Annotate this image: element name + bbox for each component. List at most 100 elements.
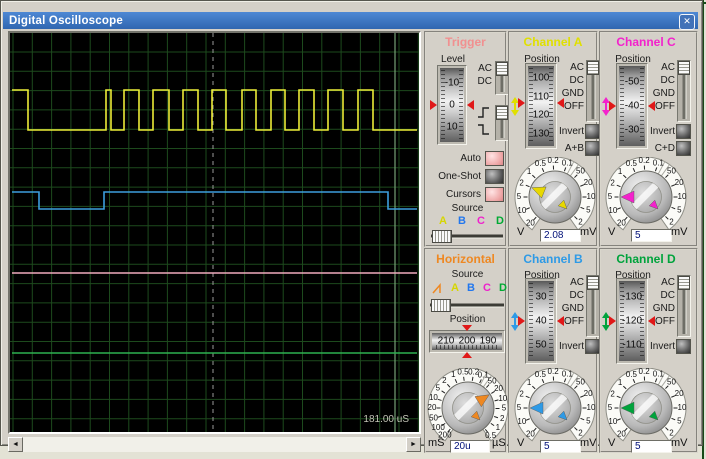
knob-scale-label: 10 — [678, 403, 687, 412]
gauge-frame: 210 200 190 — [429, 330, 505, 353]
close-button[interactable]: ✕ — [679, 13, 695, 30]
knob-scale-label: 10 — [517, 417, 526, 426]
knob-scale-label: 50 — [576, 378, 585, 387]
trigger-cursors-button[interactable] — [485, 187, 504, 202]
scroll-left-button[interactable]: ◄ — [8, 437, 23, 452]
channel-c-panel: Channel C Position -50 -40 -30 AC DC GND OFF … — [599, 31, 698, 247]
trigger-coupling-switch[interactable] — [495, 61, 509, 95]
switch-knob[interactable] — [678, 61, 690, 75]
knob-scale-label: 0.5 — [626, 159, 638, 168]
channel-c-coupling-switch[interactable] — [677, 60, 691, 122]
channel-c-invert-button[interactable] — [676, 124, 691, 139]
switch-knob[interactable] — [496, 62, 508, 76]
switch-knob[interactable] — [496, 106, 508, 120]
trigger-source-letter-c: C — [477, 215, 485, 227]
trigger-title: Trigger — [445, 35, 486, 49]
trigger-auto-button[interactable] — [485, 151, 504, 166]
trigger-source-letter-d: D — [496, 215, 504, 227]
window-title: Digital Oscilloscope — [9, 14, 123, 27]
channel-c-invert-label: Invert — [649, 126, 675, 137]
gauge-pointer-left — [518, 316, 525, 326]
knob-scale-label: 2 — [610, 390, 615, 399]
channel-b-unit-right: mV — [580, 437, 597, 449]
channel-c-sum-button[interactable] — [676, 141, 691, 156]
knob-scale-label: 2 — [519, 390, 524, 399]
gauge-number: -10 — [444, 77, 460, 89]
knob-scale-label: 0.1 — [562, 158, 574, 167]
knob-scale-label: 5 — [517, 403, 522, 412]
left-arrow-icon: ◄ — [12, 441, 19, 448]
knob-scale-label: 10 — [587, 192, 596, 201]
knob-scale-label: 5 — [586, 206, 591, 215]
horizontal-source-label: Source — [451, 269, 484, 280]
knob-scale-label: 1 — [618, 167, 623, 176]
knob-scale-label: 0.5 — [535, 159, 547, 168]
channel-d-coupling-option-off: OFF — [655, 316, 675, 327]
horizontal-source-letter-a: A — [451, 282, 459, 294]
knob-scale-label: 5 — [608, 192, 613, 201]
scope-display: 181.00 uS — [8, 31, 421, 434]
trigger-source-letter-b: B — [458, 215, 466, 227]
close-icon: ✕ — [683, 15, 691, 26]
switch-knob[interactable] — [678, 276, 690, 290]
rising-edge-icon — [478, 107, 489, 118]
gauge-tube: 210 200 190 — [432, 333, 502, 350]
trigger-oneshot-button[interactable] — [485, 169, 504, 184]
slider-knob[interactable] — [431, 299, 451, 312]
knob-scale-label: 0.2 — [548, 368, 560, 376]
channel-a-sum-button[interactable] — [585, 141, 600, 156]
channel-c-unit-left: V — [608, 226, 616, 238]
trigger-source-slider[interactable] — [431, 229, 503, 243]
scroll-right-button[interactable]: ► — [406, 437, 421, 452]
channel-b-panel: Channel B Position 30 40 50 AC DC GND OFF Inv… — [508, 248, 600, 453]
switch-knob[interactable] — [587, 276, 599, 290]
horizontal-source-letter-c: C — [483, 282, 491, 294]
trigger-edge-switch[interactable] — [495, 105, 509, 141]
horizontal-title: Horizontal — [436, 252, 495, 266]
channel-d-invert-label: Invert — [649, 341, 675, 352]
knob-scale-label: 20 — [494, 384, 503, 393]
channel-d-invert-button[interactable] — [676, 339, 691, 354]
slider-knob[interactable] — [432, 230, 452, 243]
channel-b-coupling-switch[interactable] — [586, 275, 600, 337]
display-scrollbar[interactable]: ◄ ► — [8, 437, 421, 452]
knob-scale-label: 0.1 — [653, 369, 665, 378]
channel-c-coupling-option-off: OFF — [655, 101, 675, 112]
trigger-source-label: Source — [451, 203, 484, 214]
switch-knob[interactable] — [587, 61, 599, 75]
ramp-icon — [432, 283, 441, 294]
channel-a-unit-right: mV — [580, 226, 597, 238]
channel-d-coupling-switch[interactable] — [677, 275, 691, 337]
title-bar[interactable]: Digital Oscilloscope ✕ — [3, 12, 698, 30]
horizontal-unit-left: mS — [428, 437, 445, 449]
horizontal-position-label: Position — [449, 314, 486, 325]
knob-scale-label: 20 — [526, 429, 535, 438]
channel-a-invert-label: Invert — [558, 126, 584, 137]
channel-a-coupling-option-dc: DC — [569, 75, 584, 86]
channel-a-coupling-option-gnd: GND — [561, 88, 584, 99]
cursor-readout: 181.00 uS — [363, 414, 409, 425]
knob-scale-label: 10 — [517, 206, 526, 215]
knob-scale-label: 20 — [584, 389, 593, 398]
trigger-coupling-option-ac: AC — [478, 63, 492, 74]
knob-scale-label: 0.5 — [535, 370, 547, 379]
channel-a-panel: Channel A Position 100 110 120 130 AC DC GND O… — [508, 31, 600, 247]
gauge-pointer-right — [467, 100, 474, 110]
channel-a-invert-button[interactable] — [585, 124, 600, 139]
knob-scale-label: 10 — [608, 206, 617, 215]
knob-scale-label: 50 — [667, 167, 676, 176]
channel-a-coupling-switch[interactable] — [586, 60, 600, 122]
trigger-level-gauge[interactable]: -10 0 10 — [430, 65, 474, 145]
horizontal-source-slider[interactable] — [430, 298, 504, 312]
channel-d-coupling-option-gnd: GND — [652, 303, 675, 314]
knob-scale-label: 2 — [500, 414, 505, 423]
knob-scale-label: 0.2 — [639, 157, 651, 165]
horizontal-position-gauge[interactable]: 210 200 190 — [429, 325, 505, 358]
knob-scale-label: 10 — [608, 417, 617, 426]
knob-scale-label: 5 — [517, 192, 522, 201]
channel-a-sum-label: A+B — [564, 143, 584, 154]
knob-scale-label: 0.1 — [653, 158, 665, 167]
knob-scale-label: 5 — [608, 403, 613, 412]
channel-d-value: 5 — [631, 440, 672, 453]
channel-b-invert-button[interactable] — [585, 339, 600, 354]
